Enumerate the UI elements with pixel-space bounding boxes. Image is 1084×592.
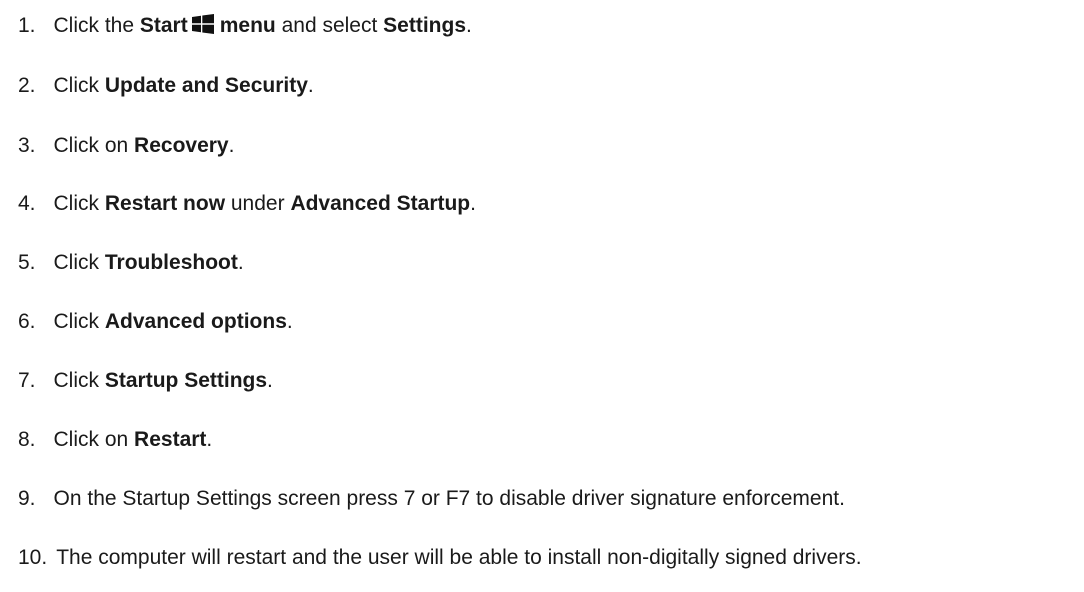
step-7: 7. Click Startup Settings. <box>18 368 273 394</box>
step-number: 4. <box>18 192 36 215</box>
step-text: Click on <box>53 134 135 157</box>
step-emphasis: Restart <box>134 428 207 451</box>
step-6: 6. Click Advanced options. <box>18 309 293 335</box>
step-10: 10. The computer will restart and the use… <box>18 545 862 571</box>
step-text: The computer will restart and the user w… <box>56 546 862 569</box>
step-number: 1. <box>18 14 36 37</box>
step-8: 8. Click on Restart. <box>18 427 212 453</box>
step-number: 2. <box>18 74 36 97</box>
step-5: 5. Click Troubleshoot. <box>18 250 244 276</box>
step-number: 7. <box>18 369 36 392</box>
step-emphasis: Advanced Startup <box>290 192 471 215</box>
windows-logo-icon <box>191 14 214 34</box>
step-text: . <box>466 14 472 37</box>
step-number: 6. <box>18 310 36 333</box>
step-3: 3. Click on Recovery. <box>18 133 234 159</box>
step-number: 5. <box>18 251 36 274</box>
step-emphasis: Recovery <box>134 134 229 157</box>
step-text: . <box>307 74 314 97</box>
step-text: Click the <box>53 14 140 37</box>
step-4: 4. Click Restart now under Advanced Start… <box>18 191 476 217</box>
step-emphasis: Advanced options <box>104 310 287 333</box>
step-text: . <box>228 134 235 157</box>
step-emphasis: Troubleshoot <box>104 251 238 274</box>
step-text: . <box>470 192 476 215</box>
step-emphasis: Start <box>139 14 188 37</box>
step-emphasis: Startup Settings <box>104 369 268 392</box>
step-text: Click on <box>53 428 135 451</box>
step-text: . <box>206 428 213 451</box>
step-text: Click <box>53 74 105 97</box>
step-text: . <box>286 310 293 333</box>
step-emphasis: Update and Security <box>104 74 308 97</box>
instruction-list: 1. Click the Start menu and select Setting… <box>0 0 1084 592</box>
step-number: 10. <box>18 546 48 569</box>
step-text: under <box>225 192 291 215</box>
step-text: Click <box>53 192 105 215</box>
step-number: 3. <box>18 134 36 157</box>
step-1: 1. Click the Start menu and select Setting… <box>18 13 472 39</box>
step-text: . <box>237 251 244 274</box>
step-text: Click <box>53 369 105 392</box>
step-emphasis: menu <box>219 14 276 37</box>
step-2: 2. Click Update and Security. <box>18 73 314 99</box>
step-9: 9. On the Startup Settings screen press 7… <box>18 486 845 512</box>
step-text: and select <box>275 14 384 37</box>
step-text: Click <box>53 251 105 274</box>
step-emphasis: Restart now <box>104 192 226 215</box>
step-number: 9. <box>18 487 36 510</box>
step-emphasis: Settings <box>383 14 466 37</box>
step-text: Click <box>53 310 105 333</box>
step-text: . <box>267 369 273 392</box>
step-number: 8. <box>18 428 36 451</box>
step-text: On the Startup Settings screen press 7 o… <box>53 487 845 510</box>
